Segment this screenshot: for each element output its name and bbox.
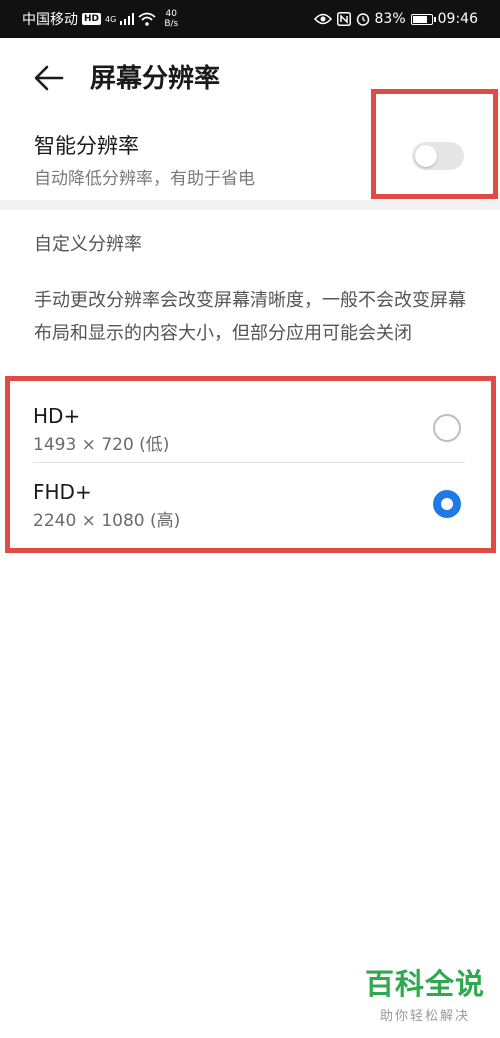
resolution-dimensions: 1493 × 720 (低) [33, 435, 170, 455]
resolution-option-hd[interactable]: HD+ 1493 × 720 (低) [18, 388, 482, 468]
header: 屏幕分辨率 [0, 38, 500, 118]
alarm-icon [356, 12, 370, 26]
watermark-title: 百科全说 [364, 967, 485, 1001]
status-bar-right: 83% 09:46 [313, 0, 478, 38]
network-type-label: 4G [105, 14, 117, 24]
smart-resolution-subtitle: 自动降低分辨率，有助于省电 [34, 169, 255, 189]
back-arrow-icon [34, 65, 64, 91]
radio-button-fhd[interactable] [433, 490, 461, 518]
smart-resolution-toggle[interactable] [412, 142, 464, 170]
nfc-icon [336, 12, 351, 26]
section-divider [0, 200, 500, 210]
smart-resolution-title: 智能分辨率 [34, 134, 139, 158]
toggle-knob [415, 145, 437, 167]
status-bar-left: 中国移动 HD 4G 40 B/s [22, 0, 178, 38]
radio-button-hd[interactable] [433, 414, 461, 442]
battery-icon [410, 13, 436, 25]
resolution-name: HD+ [33, 404, 81, 428]
resolution-name: FHD+ [33, 480, 92, 504]
smart-resolution-row[interactable]: 智能分辨率 自动降低分辨率，有助于省电 [0, 118, 500, 200]
resolution-option-fhd[interactable]: FHD+ 2240 × 1080 (高) [18, 464, 482, 544]
back-button[interactable] [32, 62, 66, 94]
status-bar: 中国移动 HD 4G 40 B/s 83% 09:46 [0, 0, 500, 38]
wifi-icon [138, 12, 156, 26]
custom-resolution-label: 自定义分辨率 [34, 234, 142, 255]
network-speed-unit: B/s [164, 19, 179, 29]
page-title: 屏幕分辨率 [90, 64, 221, 94]
option-divider [33, 462, 465, 463]
custom-resolution-description: 手动更改分辨率会改变屏幕清晰度，一般不会改变屏幕布局和显示的内容大小，但部分应用… [34, 290, 466, 344]
watermark-subtitle: 助你轻松解决 [379, 1009, 470, 1024]
resolution-dimensions: 2240 × 1080 (高) [33, 511, 181, 531]
battery-percent: 83% [374, 11, 406, 27]
network-speed: 40 B/s [164, 9, 178, 29]
carrier-label: 中国移动 [22, 12, 78, 28]
signal-icon [120, 13, 135, 25]
clock: 09:46 [437, 11, 478, 27]
watermark: 百科全说 助你轻松解决 [365, 961, 485, 1024]
network-speed-value: 40 [165, 9, 177, 19]
eye-icon [313, 13, 332, 25]
hd-icon: HD [82, 13, 102, 25]
